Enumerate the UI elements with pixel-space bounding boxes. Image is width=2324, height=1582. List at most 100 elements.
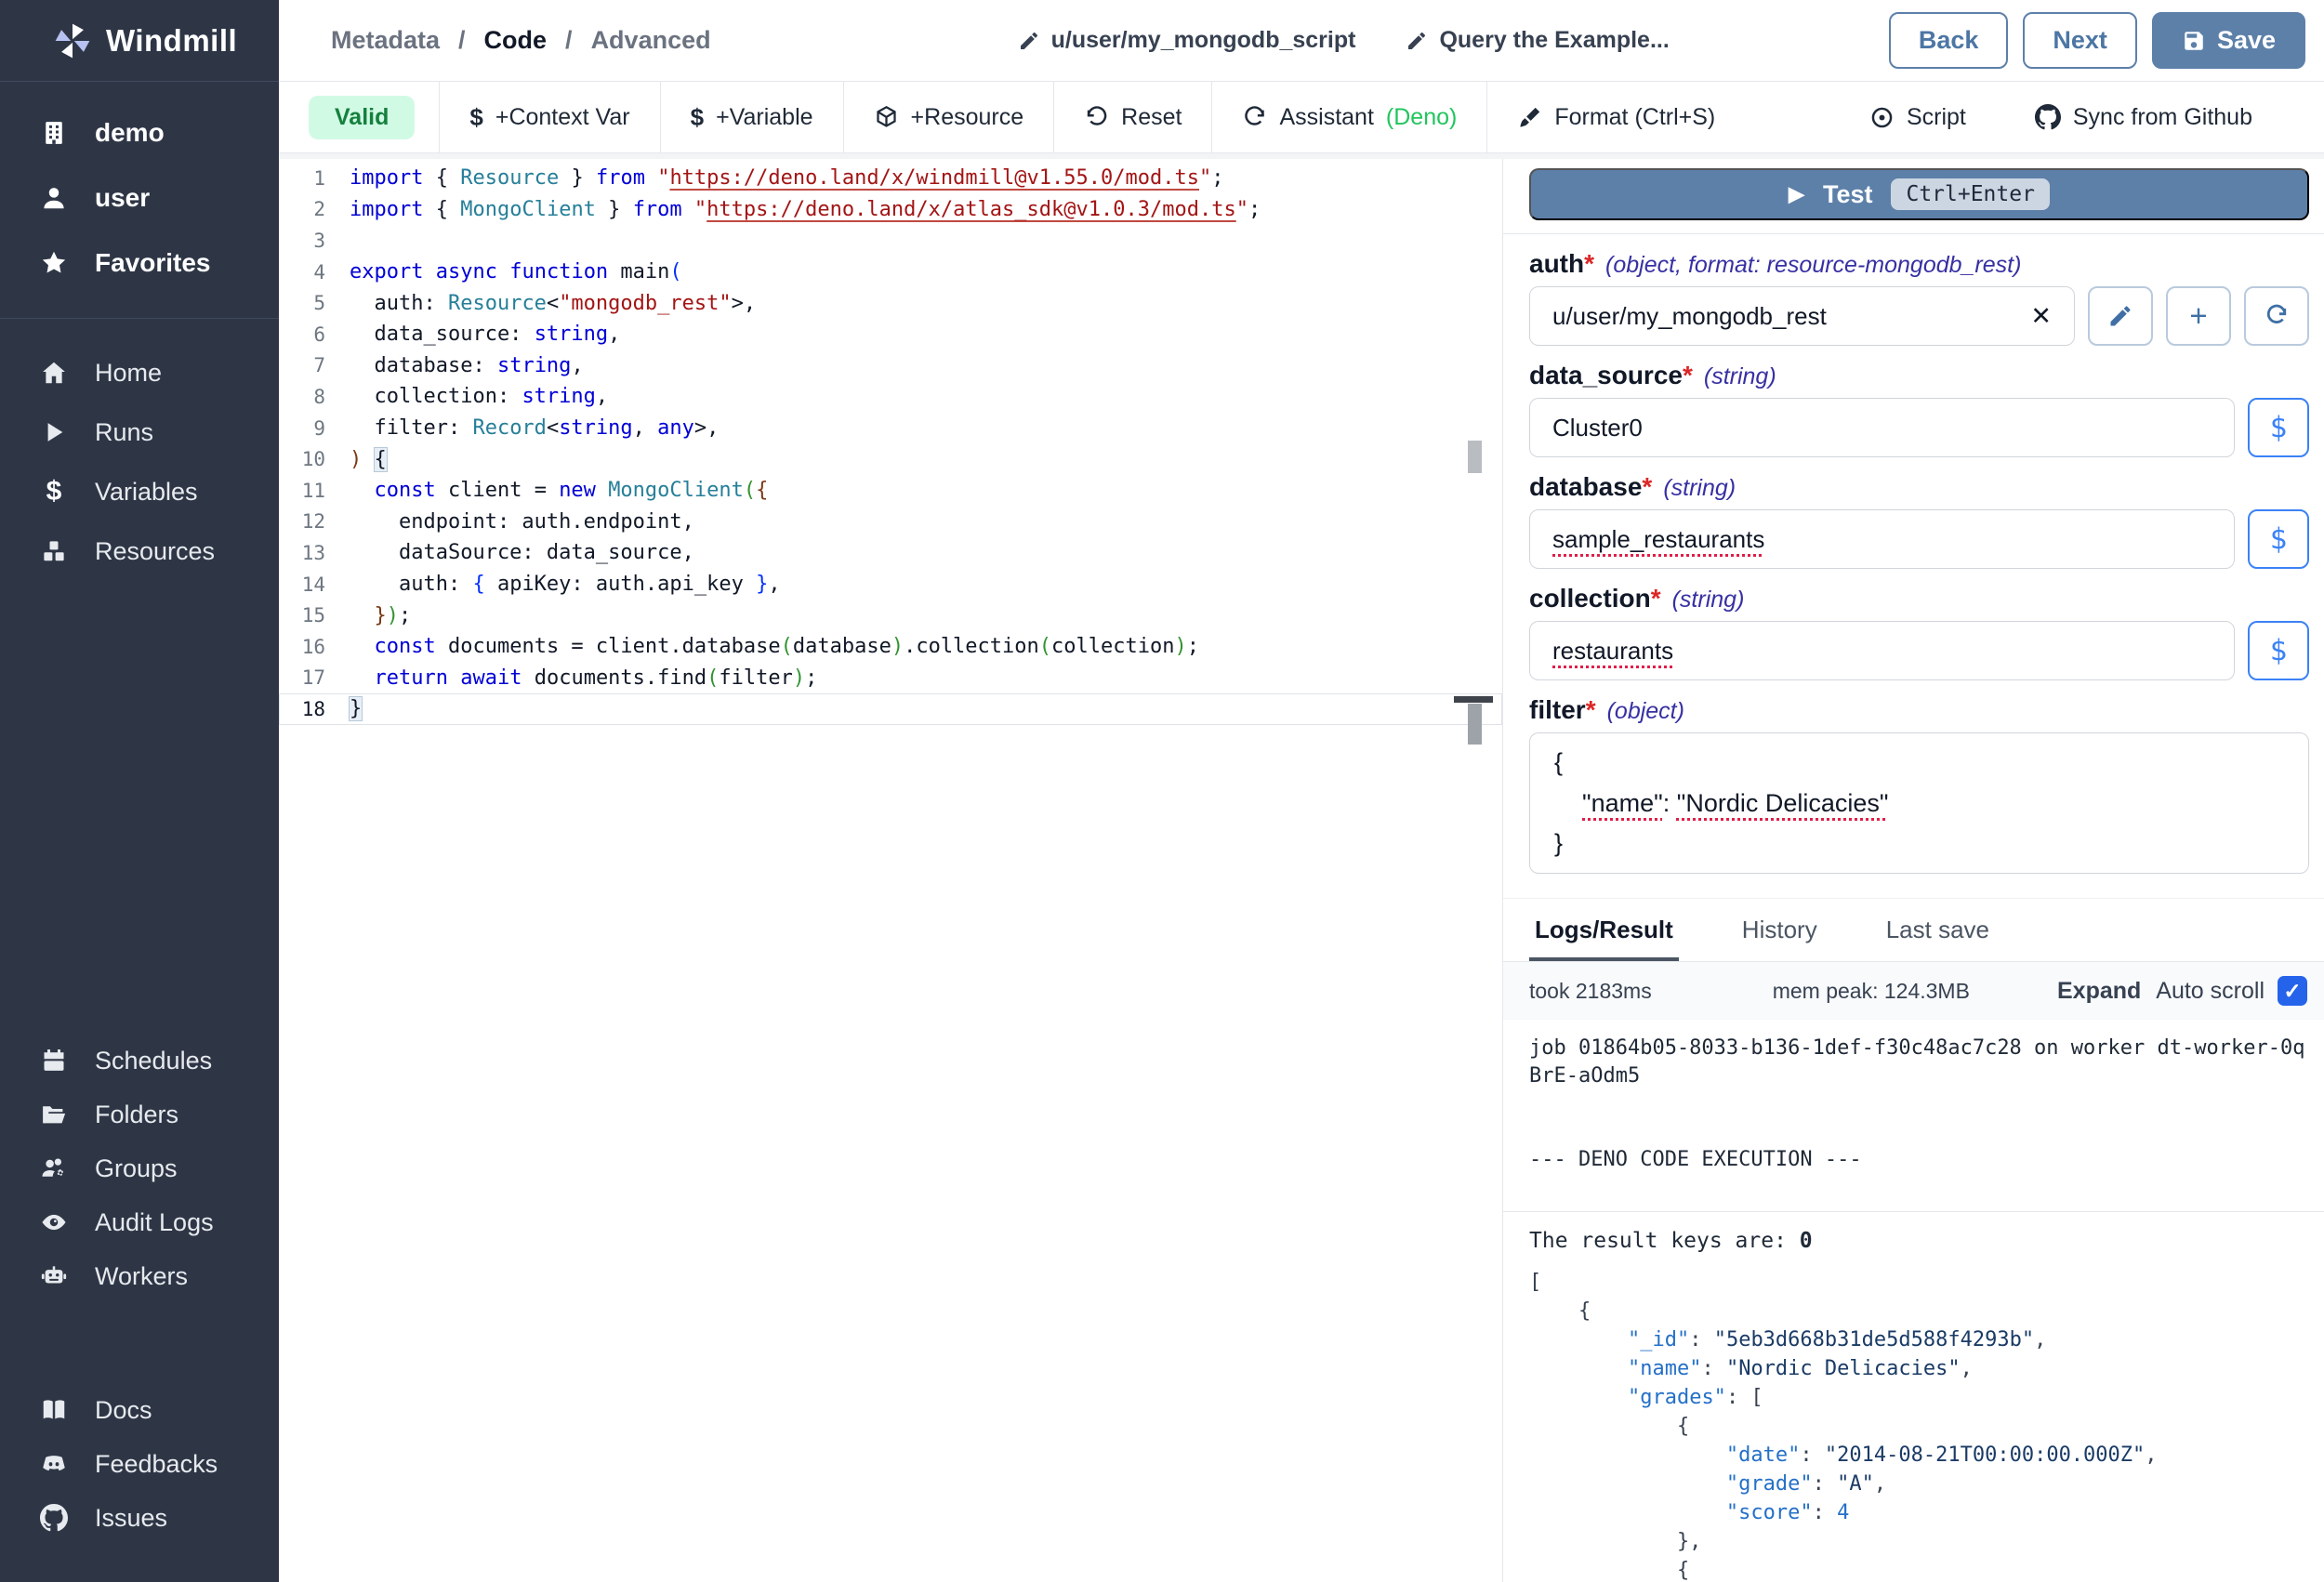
sidebar-item-schedules[interactable]: Schedules: [0, 1034, 279, 1088]
field-filter: filter* (object) { "name": "Nordic Delic…: [1529, 695, 2309, 874]
result-tabs: Logs/Result History Last save: [1503, 898, 2324, 962]
breadcrumb-code[interactable]: Code: [484, 26, 548, 55]
sidebar-item-label: Schedules: [95, 1047, 212, 1075]
insert-variable-button[interactable]: $: [2248, 398, 2309, 457]
data-source-input[interactable]: Cluster0: [1529, 398, 2235, 457]
editor-scrollbar-thumb[interactable]: [1468, 441, 1482, 473]
script-path-edit[interactable]: u/user/my_mongodb_script: [1018, 27, 1356, 54]
expand-button[interactable]: Expand: [2057, 978, 2141, 1005]
autoscroll-label[interactable]: Auto scroll: [2156, 978, 2265, 1005]
editor-scrollbar-thumb[interactable]: [1468, 704, 1482, 745]
sidebar-item-label: Docs: [95, 1396, 152, 1425]
code-line: 14 auth: { apiKey: auth.api_key },: [279, 569, 1502, 600]
pencil-icon: [1018, 30, 1040, 52]
check-icon: ✓: [2283, 979, 2301, 1004]
sidebar-workspace-group: demo userFavorites: [0, 82, 279, 296]
database-input[interactable]: sample_restaurants: [1529, 509, 2235, 569]
content-area: 1import { Resource } from "https://deno.…: [279, 153, 2324, 1582]
reset-button[interactable]: Reset: [1054, 104, 1211, 131]
script-summary-edit[interactable]: Query the Example...: [1406, 27, 1669, 54]
save-label: Save: [2217, 26, 2276, 55]
result-json-line: [: [1529, 1268, 2309, 1297]
add-resource-label: +Resource: [911, 104, 1024, 131]
add-context-var-button[interactable]: $ +Context Var: [440, 103, 659, 132]
toolbar-right: Script Sync from Github: [1840, 104, 2324, 131]
test-button[interactable]: ▶ Test Ctrl+Enter: [1529, 168, 2309, 220]
field-name: data_source: [1529, 361, 1683, 390]
sidebar-item-demo[interactable]: demo: [0, 100, 279, 165]
result-intro-value: 0: [1800, 1229, 1813, 1253]
top-bar: Metadata / Code / Advanced u/user/my_mon…: [279, 0, 2324, 82]
sidebar-item-folders[interactable]: Folders: [0, 1088, 279, 1141]
clear-icon[interactable]: ✕: [2012, 302, 2052, 331]
code-line: 18}: [279, 693, 1502, 725]
workspace-logo[interactable]: Windmill: [0, 0, 279, 82]
code-editor[interactable]: 1import { Resource } from "https://deno.…: [279, 159, 1502, 1582]
windmill-logo-icon: [52, 20, 93, 61]
breadcrumb-advanced[interactable]: Advanced: [591, 26, 711, 55]
insert-variable-button[interactable]: $: [2248, 509, 2309, 569]
script-kind-button[interactable]: Script: [1840, 104, 1996, 131]
sidebar-item-feedbacks[interactable]: Feedbacks: [0, 1437, 279, 1491]
insert-variable-button[interactable]: $: [2248, 621, 2309, 680]
sidebar-item-workers[interactable]: Workers: [0, 1249, 279, 1303]
cubes-icon: [37, 537, 71, 565]
sidebar-item-home[interactable]: Home: [0, 343, 279, 402]
edit-resource-button[interactable]: [2088, 286, 2153, 346]
code-line: 5 auth: Resource<"mongodb_rest">,: [279, 287, 1502, 319]
sidebar-item-label: demo: [95, 118, 165, 148]
tab-history[interactable]: History: [1736, 899, 1823, 961]
filter-json-editor[interactable]: { "name": "Nordic Delicacies" }: [1529, 732, 2309, 874]
sidebar-item-issues[interactable]: Issues: [0, 1491, 279, 1545]
format-button[interactable]: Format (Ctrl+S): [1487, 104, 1745, 131]
line-number: 15: [279, 604, 325, 626]
cube-icon: [874, 105, 899, 130]
result-json: [ { "_id": "5eb3d668b31de5d588f4293b", "…: [1529, 1268, 2309, 1582]
add-variable-button[interactable]: $ +Variable: [661, 103, 843, 132]
add-resource-value-button[interactable]: +: [2166, 286, 2231, 346]
back-button[interactable]: Back: [1889, 12, 2009, 69]
auth-resource-input[interactable]: u/user/my_mongodb_rest ✕: [1529, 286, 2075, 346]
sidebar-item-favorites[interactable]: Favorites: [0, 231, 279, 296]
result-json-line: },: [1529, 1527, 2309, 1556]
line-number: 4: [279, 261, 325, 283]
target-icon: [1869, 105, 1895, 130]
brush-icon: [1517, 105, 1542, 130]
sidebar-item-variables[interactable]: $Variables: [0, 462, 279, 521]
refresh-resource-button[interactable]: [2244, 286, 2309, 346]
breadcrumb-metadata[interactable]: Metadata: [331, 26, 440, 55]
windmill-app: Windmill demo userFavorites HomeRuns$Vari…: [0, 0, 2324, 1582]
field-name: auth: [1529, 249, 1584, 279]
field-collection: collection* (string) restaurants $: [1529, 584, 2309, 680]
sidebar-item-groups[interactable]: Groups: [0, 1141, 279, 1195]
code-lines: 1import { Resource } from "https://deno.…: [279, 163, 1502, 725]
assistant-button[interactable]: Assistant (Deno): [1212, 104, 1486, 131]
autoscroll-checkbox[interactable]: ✓: [2278, 976, 2307, 1006]
sync-github-button[interactable]: Sync from Github: [2005, 104, 2282, 131]
tab-logs-result[interactable]: Logs/Result: [1529, 899, 1679, 961]
tab-last-save[interactable]: Last save: [1881, 899, 1995, 961]
sidebar-item-docs[interactable]: Docs: [0, 1383, 279, 1437]
users-icon: [37, 1154, 71, 1182]
sidebar-item-audit-logs[interactable]: Audit Logs: [0, 1195, 279, 1249]
collection-input[interactable]: restaurants: [1529, 621, 2235, 680]
result-json-line: "grade": "A",: [1529, 1470, 2309, 1498]
save-button[interactable]: Save: [2152, 12, 2305, 69]
sidebar-item-runs[interactable]: Runs: [0, 402, 279, 462]
next-button[interactable]: Next: [2023, 12, 2137, 69]
result-intro: The result keys are: 0: [1529, 1229, 2309, 1253]
sidebar-item-resources[interactable]: Resources: [0, 521, 279, 581]
sidebar-item-user[interactable]: user: [0, 165, 279, 231]
line-number: 2: [279, 198, 325, 220]
line-number: 10: [279, 448, 325, 470]
result-json-line: "name": "Nordic Delicacies",: [1529, 1354, 2309, 1383]
line-number: 14: [279, 573, 325, 596]
job-logs: job 01864b05-8033-b136-1def-f30c48ac7c28…: [1529, 1035, 2309, 1174]
filter-json-open: {: [1554, 748, 2284, 777]
field-database: database* (string) sample_restaurants $: [1529, 472, 2309, 569]
code-line: 9 filter: Record<string, any>,: [279, 413, 1502, 444]
add-resource-button[interactable]: +Resource: [844, 104, 1054, 131]
save-icon: [2182, 29, 2206, 53]
dollar-icon: $: [37, 476, 71, 508]
dollar-icon: $: [691, 103, 704, 132]
